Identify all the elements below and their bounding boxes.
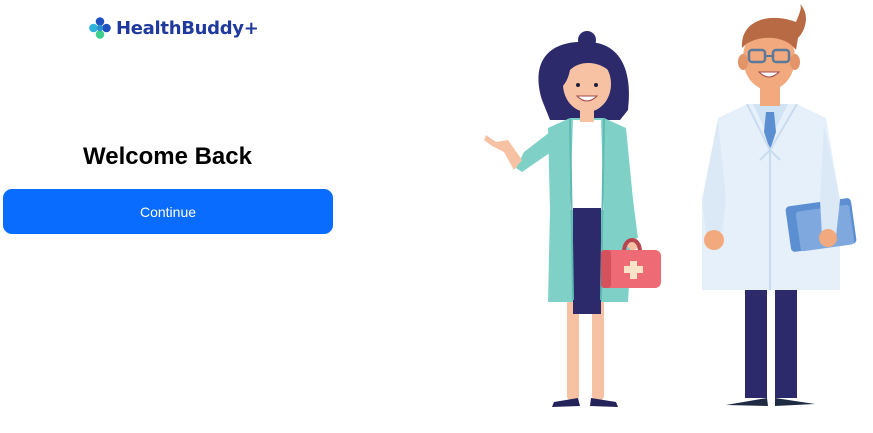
doctors-illustration <box>484 4 857 407</box>
female-doctor-with-medical-bag <box>484 31 661 407</box>
medical-cross-logo-icon <box>89 17 111 39</box>
male-doctor-with-clipboard <box>702 4 857 406</box>
page-title: Welcome Back <box>83 143 252 170</box>
brand-logo: HealthBuddy+ <box>89 17 259 39</box>
brand-name: HealthBuddy+ <box>116 17 259 39</box>
welcome-screen: HealthBuddy+ Welcome Back Continue <box>0 0 873 433</box>
continue-button[interactable]: Continue <box>3 189 333 234</box>
